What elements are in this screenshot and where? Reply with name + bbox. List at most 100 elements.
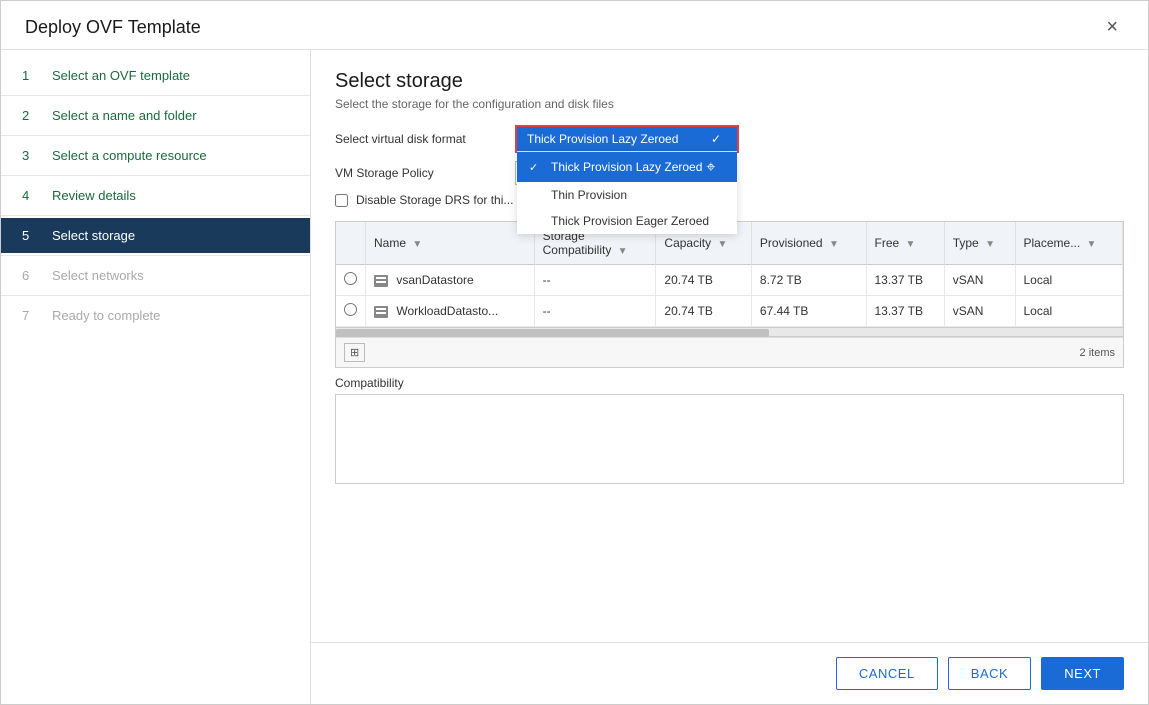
cursor-icon: ⌖ [706, 159, 715, 177]
sidebar-item-4[interactable]: 4 Review details [1, 178, 310, 213]
columns-toggle-button[interactable]: ⊞ [344, 343, 365, 362]
disk-format-control: Thick Provision Lazy Zeroed ✓ ✓ Thick Pr… [515, 125, 1124, 153]
sidebar-item-6: 6 Select networks [1, 258, 310, 293]
sidebar: 1 Select an OVF template 2 Select a name… [1, 50, 311, 704]
row2-compat: -- [534, 296, 656, 327]
row2-type: vSAN [944, 296, 1015, 327]
free-sort-icon: ▼ [906, 239, 916, 250]
row2-free: 13.37 TB [866, 296, 944, 327]
row2-radio-cell[interactable] [336, 296, 366, 327]
col-name[interactable]: Name ▼ [366, 222, 535, 265]
compat-sort-icon: ▼ [618, 246, 628, 257]
sidebar-item-5[interactable]: 5 Select storage [1, 218, 310, 253]
disable-drs-label: Disable Storage DRS for thi... [356, 193, 513, 207]
table-row[interactable]: vsanDatastore -- 20.74 TB 8.72 TB 13.37 … [336, 265, 1123, 296]
option-label-2: Thick Provision Eager Zeroed [551, 214, 709, 228]
row1-name: vsanDatastore [366, 265, 535, 296]
next-button[interactable]: NEXT [1041, 657, 1124, 690]
table-body: vsanDatastore -- 20.74 TB 8.72 TB 13.37 … [336, 265, 1123, 327]
sidebar-divider-3 [1, 175, 310, 176]
main-content: Select storage Select the storage for th… [311, 50, 1148, 704]
close-button[interactable]: × [1100, 15, 1124, 39]
modal-footer: CANCEL BACK NEXT [311, 642, 1148, 704]
row2-radio[interactable] [344, 303, 357, 316]
capacity-sort-icon: ▼ [717, 239, 727, 250]
row2-placement: Local [1015, 296, 1123, 327]
sidebar-divider-4 [1, 215, 310, 216]
sidebar-label-4: Review details [52, 188, 136, 203]
dropdown-option-thick-eager[interactable]: Thick Provision Eager Zeroed [517, 208, 737, 234]
datastore-icon-1 [374, 275, 388, 287]
disable-drs-checkbox[interactable] [335, 194, 348, 207]
sidebar-label-6: Select networks [52, 268, 144, 283]
table-row[interactable]: WorkloadDatasto... -- 20.74 TB 67.44 TB … [336, 296, 1123, 327]
row1-type: vSAN [944, 265, 1015, 296]
back-button[interactable]: BACK [948, 657, 1031, 690]
disk-format-selected: Thick Provision Lazy Zeroed [527, 132, 678, 146]
col-radio [336, 222, 366, 265]
provisioned-sort-icon: ▼ [829, 239, 839, 250]
col-placement[interactable]: Placeme... ▼ [1015, 222, 1123, 265]
dropdown-checkmark: ✓ [711, 132, 721, 146]
section-subtitle: Select the storage for the configuration… [335, 97, 1124, 111]
sidebar-divider-6 [1, 295, 310, 296]
sidebar-label-3: Select a compute resource [52, 148, 207, 163]
option-label-0: Thick Provision Lazy Zeroed [551, 160, 702, 174]
row1-provisioned: 8.72 TB [751, 265, 866, 296]
col-type[interactable]: Type ▼ [944, 222, 1015, 265]
row2-name: WorkloadDatasto... [366, 296, 535, 327]
disk-format-dropdown[interactable]: Thick Provision Lazy Zeroed ✓ [517, 127, 737, 151]
step-num-6: 6 [22, 268, 44, 283]
row1-placement: Local [1015, 265, 1123, 296]
row1-capacity: 20.74 TB [656, 265, 751, 296]
row1-radio[interactable] [344, 272, 357, 285]
columns-icon: ⊞ [350, 347, 359, 359]
sidebar-divider-2 [1, 135, 310, 136]
type-sort-icon: ▼ [985, 239, 995, 250]
disk-format-label: Select virtual disk format [335, 132, 515, 146]
row2-capacity: 20.74 TB [656, 296, 751, 327]
sidebar-divider-1 [1, 95, 310, 96]
step-num-1: 1 [22, 68, 44, 83]
modal-window: Deploy OVF Template × 1 Select an OVF te… [0, 0, 1149, 705]
col-provisioned[interactable]: Provisioned ▼ [751, 222, 866, 265]
row2-provisioned: 67.44 TB [751, 296, 866, 327]
step-num-5: 5 [22, 228, 44, 243]
storage-policy-label: VM Storage Policy [335, 166, 515, 180]
section-title: Select storage [335, 70, 1124, 93]
sidebar-label-2: Select a name and folder [52, 108, 197, 123]
scrollbar-thumb [336, 329, 769, 337]
sidebar-item-3[interactable]: 3 Select a compute resource [1, 138, 310, 173]
content-area: Select storage Select the storage for th… [311, 50, 1148, 642]
col-free[interactable]: Free ▼ [866, 222, 944, 265]
sidebar-divider-5 [1, 255, 310, 256]
sidebar-item-7: 7 Ready to complete [1, 298, 310, 333]
dropdown-option-thick-lazy[interactable]: ✓ Thick Provision Lazy Zeroed ⌖ [517, 152, 737, 182]
compatibility-label: Compatibility [335, 376, 1124, 390]
name-sort-icon: ▼ [412, 239, 422, 250]
placement-sort-icon: ▼ [1087, 239, 1097, 250]
step-num-3: 3 [22, 148, 44, 163]
disk-format-menu: ✓ Thick Provision Lazy Zeroed ⌖ Thin Pro… [517, 151, 737, 234]
row1-radio-cell[interactable] [336, 265, 366, 296]
sidebar-item-1[interactable]: 1 Select an OVF template [1, 58, 310, 93]
datastore-icon-2 [374, 306, 388, 318]
cancel-button[interactable]: CANCEL [836, 657, 938, 690]
step-num-7: 7 [22, 308, 44, 323]
sidebar-label-5: Select storage [52, 228, 135, 243]
checkmark-icon: ✓ [529, 161, 545, 174]
step-num-2: 2 [22, 108, 44, 123]
disk-format-row: Select virtual disk format Thick Provisi… [335, 125, 1124, 153]
modal-header: Deploy OVF Template × [1, 1, 1148, 50]
compatibility-section: Compatibility [335, 376, 1124, 484]
datastore-table: Name ▼ StorageCompatibility ▼ Capacity ▼ [336, 222, 1123, 327]
horizontal-scrollbar[interactable] [336, 327, 1123, 337]
table-footer: ⊞ 2 items [336, 337, 1123, 367]
sidebar-item-2[interactable]: 2 Select a name and folder [1, 98, 310, 133]
sidebar-label-1: Select an OVF template [52, 68, 190, 83]
modal-title: Deploy OVF Template [25, 17, 201, 38]
sidebar-label-7: Ready to complete [52, 308, 160, 323]
dropdown-option-thin[interactable]: Thin Provision [517, 182, 737, 208]
row1-free: 13.37 TB [866, 265, 944, 296]
item-count: 2 items [1080, 347, 1115, 359]
